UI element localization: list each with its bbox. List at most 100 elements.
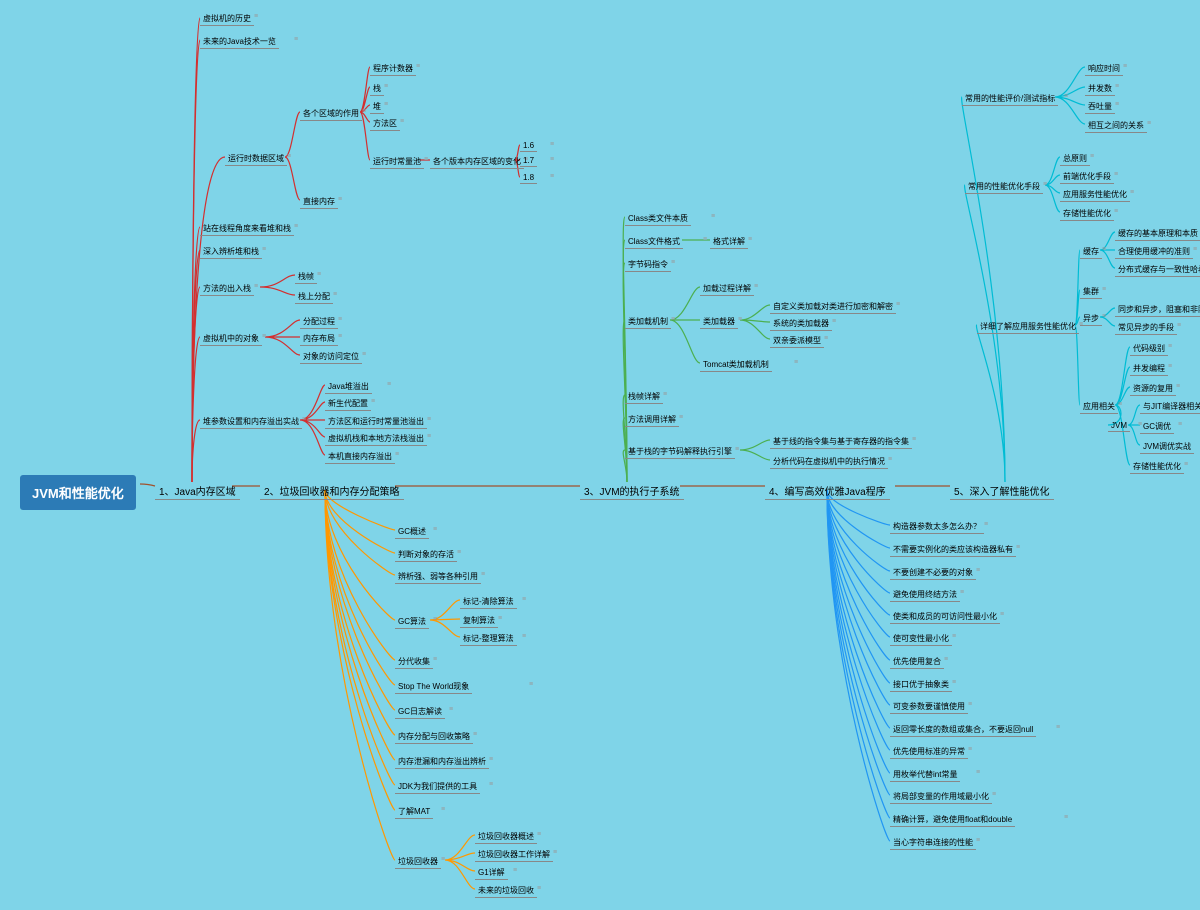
leaf-node-0[interactable]: 虚拟机的历史 bbox=[200, 12, 254, 26]
leaf-node-89[interactable]: 详细了解应用服务性能优化 bbox=[977, 320, 1079, 334]
l1-node-1[interactable]: 2、垃圾回收器和内存分配策略 bbox=[260, 482, 404, 500]
leaf-node-16[interactable]: 方法的出入栈 bbox=[200, 282, 254, 296]
leaf-node-97[interactable]: 常见异步的手段 bbox=[1115, 321, 1177, 335]
leaf-node-18[interactable]: 栈上分配 bbox=[295, 290, 333, 304]
leaf-node-26[interactable]: 方法区和运行时常量池溢出 bbox=[325, 415, 427, 429]
leaf-node-22[interactable]: 对象的访问定位 bbox=[300, 350, 362, 364]
leaf-node-44[interactable]: 垃圾回收器概述 bbox=[475, 830, 537, 844]
leaf-node-51[interactable]: 字节码指令 bbox=[625, 258, 671, 272]
leaf-node-48[interactable]: Class类文件本质 bbox=[625, 212, 691, 226]
leaf-node-40[interactable]: 内存泄漏和内存溢出辨析 bbox=[395, 755, 489, 769]
leaf-node-8[interactable]: 运行时常量池 bbox=[370, 155, 424, 169]
leaf-node-17[interactable]: 栈帧 bbox=[295, 270, 317, 284]
leaf-node-2[interactable]: 运行时数据区域 bbox=[225, 152, 287, 166]
leaf-node-69[interactable]: 使可变性最小化 bbox=[890, 632, 952, 646]
leaf-node-98[interactable]: 应用相关 bbox=[1080, 400, 1118, 414]
leaf-node-64[interactable]: 构造器参数太多怎么办？ bbox=[890, 520, 984, 534]
leaf-node-9[interactable]: 各个版本内存区域的变化 bbox=[430, 155, 524, 169]
leaf-node-45[interactable]: 垃圾回收器工作详解 bbox=[475, 848, 553, 862]
leaf-node-27[interactable]: 虚拟机栈和本地方法栈溢出 bbox=[325, 432, 427, 446]
leaf-node-37[interactable]: Stop The World现象 bbox=[395, 680, 472, 694]
leaf-node-21[interactable]: 内存布局 bbox=[300, 332, 338, 346]
leaf-node-15[interactable]: 深入辨析堆和栈 bbox=[200, 245, 262, 259]
l1-node-4[interactable]: 5、深入了解性能优化 bbox=[950, 482, 1054, 500]
leaf-node-85[interactable]: 总原则 bbox=[1060, 152, 1090, 166]
leaf-node-65[interactable]: 不需要实例化的类应该构造器私有 bbox=[890, 543, 1016, 557]
leaf-node-84[interactable]: 常用的性能优化手段 bbox=[965, 180, 1043, 194]
leaf-node-91[interactable]: 缓存的基本原理和本质 bbox=[1115, 227, 1200, 241]
leaf-node-61[interactable]: 基于栈的字节码解释执行引擎 bbox=[625, 445, 735, 459]
leaf-node-73[interactable]: 返回零长度的数组或集合，不要返回null bbox=[890, 723, 1036, 737]
leaf-node-7[interactable]: 方法区 bbox=[370, 117, 400, 131]
leaf-node-55[interactable]: 自定义类加载对类进行加密和解密 bbox=[770, 300, 896, 314]
leaf-node-30[interactable]: 判断对象的存活 bbox=[395, 548, 457, 562]
leaf-node-105[interactable]: JVM调优实战 bbox=[1140, 440, 1194, 454]
leaf-node-14[interactable]: 站在线程角度来看堆和栈 bbox=[200, 222, 294, 236]
leaf-node-13[interactable]: 直接内存 bbox=[300, 195, 338, 209]
leaf-node-83[interactable]: 相互之间的关系 bbox=[1085, 119, 1147, 133]
leaf-node-24[interactable]: Java堆溢出 bbox=[325, 380, 372, 394]
leaf-node-49[interactable]: Class文件格式 bbox=[625, 235, 683, 249]
leaf-node-80[interactable]: 响应时间 bbox=[1085, 62, 1123, 76]
leaf-node-102[interactable]: JVM bbox=[1108, 420, 1130, 432]
l1-node-2[interactable]: 3、JVM的执行子系统 bbox=[580, 482, 684, 500]
leaf-node-53[interactable]: 加载过程详解 bbox=[700, 282, 754, 296]
leaf-node-11[interactable]: 1.7 bbox=[520, 155, 537, 167]
leaf-node-96[interactable]: 同步和异步，阻塞和非阻塞 bbox=[1115, 303, 1200, 317]
leaf-node-82[interactable]: 吞吐量 bbox=[1085, 100, 1115, 114]
leaf-node-87[interactable]: 应用服务性能优化 bbox=[1060, 188, 1130, 202]
leaf-node-10[interactable]: 1.6 bbox=[520, 140, 537, 152]
leaf-node-58[interactable]: Tomcat类加载机制 bbox=[700, 358, 772, 372]
leaf-node-77[interactable]: 精确计算，避免使用float和double bbox=[890, 813, 1015, 827]
leaf-node-31[interactable]: 辨析强、弱等各种引用 bbox=[395, 570, 481, 584]
leaf-node-46[interactable]: G1详解 bbox=[475, 866, 508, 880]
leaf-node-29[interactable]: GC概述 bbox=[395, 525, 429, 539]
leaf-node-33[interactable]: 标记-清除算法 bbox=[460, 595, 517, 609]
leaf-node-12[interactable]: 1.8 bbox=[520, 172, 537, 184]
leaf-node-106[interactable]: 存储性能优化 bbox=[1130, 460, 1184, 474]
leaf-node-54[interactable]: 类加载器 bbox=[700, 315, 738, 329]
leaf-node-101[interactable]: 资源的复用 bbox=[1130, 382, 1176, 396]
leaf-node-79[interactable]: 常用的性能评价/测试指标 bbox=[962, 92, 1058, 106]
leaf-node-62[interactable]: 基于线的指令集与基于寄存器的指令集 bbox=[770, 435, 912, 449]
leaf-node-94[interactable]: 集群 bbox=[1080, 285, 1102, 299]
leaf-node-74[interactable]: 优先使用标准的异常 bbox=[890, 745, 968, 759]
leaf-node-104[interactable]: GC调优 bbox=[1140, 420, 1174, 434]
leaf-node-75[interactable]: 用枚举代替int常量 bbox=[890, 768, 960, 782]
leaf-node-76[interactable]: 将局部变量的作用域最小化 bbox=[890, 790, 992, 804]
leaf-node-42[interactable]: 了解MAT bbox=[395, 805, 433, 819]
leaf-node-57[interactable]: 双亲委派模型 bbox=[770, 334, 824, 348]
leaf-node-50[interactable]: 格式详解 bbox=[710, 235, 748, 249]
leaf-node-19[interactable]: 虚拟机中的对象 bbox=[200, 332, 262, 346]
leaf-node-4[interactable]: 程序计数器 bbox=[370, 62, 416, 76]
l1-node-0[interactable]: 1、Java内存区域 bbox=[155, 482, 240, 500]
leaf-node-103[interactable]: 与JIT编译器相关的优化 bbox=[1140, 400, 1200, 414]
leaf-node-92[interactable]: 合理使用缓冲的准则 bbox=[1115, 245, 1193, 259]
leaf-node-100[interactable]: 并发编程 bbox=[1130, 362, 1168, 376]
leaf-node-71[interactable]: 接口优于抽象类 bbox=[890, 678, 952, 692]
leaf-node-70[interactable]: 优先使用复合 bbox=[890, 655, 944, 669]
leaf-node-93[interactable]: 分布式缓存与一致性哈希 bbox=[1115, 263, 1200, 277]
leaf-node-59[interactable]: 栈帧详解 bbox=[625, 390, 663, 404]
leaf-node-66[interactable]: 不要创建不必要的对象 bbox=[890, 566, 976, 580]
leaf-node-3[interactable]: 各个区域的作用 bbox=[300, 107, 362, 121]
leaf-node-67[interactable]: 避免使用终结方法 bbox=[890, 588, 960, 602]
leaf-node-88[interactable]: 存储性能优化 bbox=[1060, 207, 1114, 221]
leaf-node-60[interactable]: 方法调用详解 bbox=[625, 413, 679, 427]
l1-node-3[interactable]: 4、编写高效优雅Java程序 bbox=[765, 482, 890, 500]
leaf-node-86[interactable]: 前端优化手段 bbox=[1060, 170, 1114, 184]
leaf-node-68[interactable]: 使类和成员的可访问性最小化 bbox=[890, 610, 1000, 624]
leaf-node-32[interactable]: GC算法 bbox=[395, 615, 429, 629]
leaf-node-5[interactable]: 栈 bbox=[370, 82, 384, 96]
leaf-node-25[interactable]: 新生代配置 bbox=[325, 397, 371, 411]
leaf-node-47[interactable]: 未来的垃圾回收 bbox=[475, 884, 537, 898]
leaf-node-28[interactable]: 本机直接内存溢出 bbox=[325, 450, 395, 464]
leaf-node-38[interactable]: GC日志解读 bbox=[395, 705, 445, 719]
leaf-node-1[interactable]: 未来的Java技术一览 bbox=[200, 35, 279, 49]
leaf-node-99[interactable]: 代码级别 bbox=[1130, 342, 1168, 356]
leaf-node-43[interactable]: 垃圾回收器 bbox=[395, 855, 441, 869]
leaf-node-78[interactable]: 当心字符串连接的性能 bbox=[890, 836, 976, 850]
root-node[interactable]: JVM和性能优化 bbox=[20, 475, 136, 510]
leaf-node-56[interactable]: 系统的类加载器 bbox=[770, 317, 832, 331]
leaf-node-63[interactable]: 分析代码在虚拟机中的执行情况 bbox=[770, 455, 888, 469]
